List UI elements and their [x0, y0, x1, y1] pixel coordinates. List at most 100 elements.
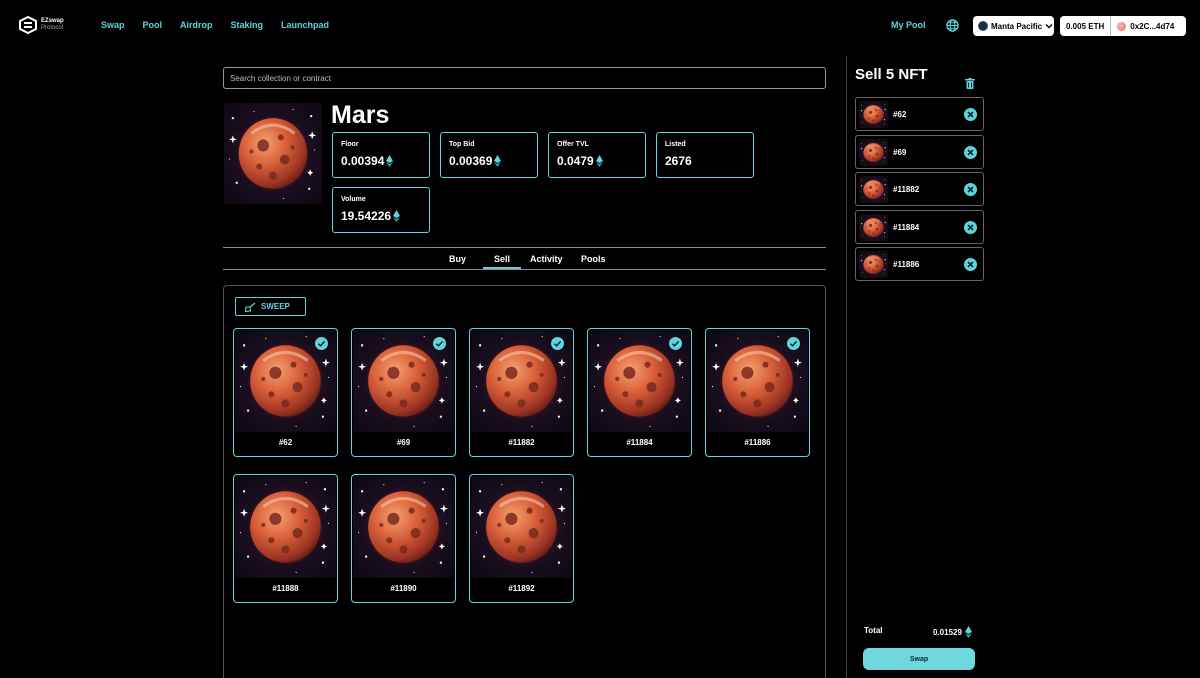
tabs-divider-bottom: [223, 269, 826, 270]
panel-divider: [846, 56, 847, 678]
sell-list-item: #11882: [855, 172, 984, 206]
search-input[interactable]: [223, 67, 826, 89]
stat-listed: Listed 2676: [656, 132, 754, 178]
sell-item-id: #11884: [893, 222, 920, 232]
chevron-down-icon: [1045, 24, 1053, 29]
sell-item-id: #11882: [893, 185, 920, 194]
check-circle-icon: [551, 337, 564, 350]
globe-icon[interactable]: [946, 19, 959, 32]
remove-icon[interactable]: [964, 145, 977, 159]
stat-value-group: 2676: [665, 154, 753, 168]
broom-icon: [245, 301, 256, 312]
stat-label: Volume: [341, 196, 366, 203]
nft-image: [471, 476, 572, 578]
nav-my-pool[interactable]: My Pool: [891, 20, 926, 30]
nft-card[interactable]: #11892: [469, 474, 574, 603]
nft-thumbnail: [859, 213, 888, 241]
check-circle-icon: [787, 337, 800, 350]
check-circle-icon: [433, 337, 446, 350]
check-circle-icon: [669, 337, 682, 350]
wallet-address: 0x2C...4d74: [1130, 21, 1175, 31]
nav-pool[interactable]: Pool: [143, 20, 163, 30]
stat-top-bid: Top Bid 0.00369: [440, 132, 538, 178]
eth-icon: [595, 155, 603, 167]
remove-icon[interactable]: [964, 108, 977, 121]
sell-list-item: #62: [855, 97, 984, 131]
nft-card[interactable]: #11888: [233, 474, 338, 603]
eth-icon: [386, 155, 394, 167]
stat-value-group: 0.00369: [449, 154, 537, 168]
chain-selector[interactable]: Manta Pacific: [973, 16, 1054, 36]
sweep-button[interactable]: SWEEP: [235, 297, 306, 316]
remove-icon[interactable]: [964, 220, 977, 234]
stat-value: 19.54226: [341, 209, 392, 223]
swap-button[interactable]: Swap: [863, 648, 975, 670]
stat-value: 0.00369: [449, 154, 493, 168]
nft-image: [235, 476, 336, 578]
stat-value-group: 0.0479: [557, 154, 645, 168]
nft-id: #69: [396, 438, 411, 447]
nft-id: #11886: [744, 438, 771, 447]
remove-icon[interactable]: [964, 183, 977, 196]
nav-launchpad[interactable]: Launchpad: [281, 20, 329, 30]
nft-id: #62: [278, 438, 293, 447]
nft-id: #11888: [272, 584, 299, 593]
eth-icon: [494, 155, 502, 167]
nft-thumbnail: [859, 101, 888, 128]
chain-name: Manta Pacific: [991, 21, 1043, 31]
stat-label: Offer TVL: [557, 141, 589, 148]
wallet-button[interactable]: 0.005 ETH 0x2C...4d74: [1060, 16, 1186, 36]
nav-swap[interactable]: Swap: [101, 20, 125, 30]
sell-item-id: #69: [893, 147, 907, 157]
sell-list-item: #69: [855, 134, 984, 169]
nft-card[interactable]: #11884: [587, 328, 692, 457]
stat-value: 2676: [665, 154, 692, 168]
sweep-label: SWEEP: [261, 302, 290, 311]
nft-id: #11892: [508, 584, 535, 593]
total-label: Total: [864, 626, 883, 635]
nft-card[interactable]: #11886: [705, 328, 810, 457]
logo-name: EZswap: [41, 18, 64, 24]
stat-floor: Floor 0.00394: [332, 132, 430, 178]
stat-value-group: 0.00394: [341, 154, 429, 168]
check-circle-icon: [315, 337, 328, 350]
wallet-balance: 0.005 ETH: [1060, 16, 1112, 36]
nft-card[interactable]: #69: [351, 328, 456, 457]
remove-icon[interactable]: [964, 258, 977, 271]
nft-thumbnail: [859, 176, 888, 203]
nav-staking[interactable]: Staking: [231, 20, 264, 30]
tab-sell[interactable]: Sell: [494, 254, 510, 264]
collection-image: [224, 103, 322, 204]
top-nav: EZswap Protocol Swap Pool Airdrop Stakin…: [0, 0, 1200, 52]
sell-item-id: #11886: [893, 260, 920, 269]
avatar: [1117, 21, 1127, 31]
chain-logo-icon: [978, 21, 988, 31]
stat-value-group: 19.54226: [341, 209, 429, 223]
nft-id: #11884: [626, 438, 653, 447]
logo-sub: Protocol: [41, 25, 64, 31]
stat-offer-tvl: Offer TVL 0.0479: [548, 132, 646, 178]
logo-text: EZswap Protocol: [41, 18, 64, 32]
nft-card[interactable]: #11882: [469, 328, 574, 457]
nft-card[interactable]: #62: [233, 328, 338, 457]
nft-id: #11890: [390, 584, 417, 593]
stat-value: 0.00394: [341, 154, 385, 168]
logo[interactable]: EZswap Protocol: [18, 15, 64, 35]
tab-activity[interactable]: Activity: [530, 254, 563, 264]
tabs-divider-top: [223, 247, 826, 248]
stat-volume: Volume 19.54226: [332, 187, 430, 233]
stat-label: Top Bid: [449, 141, 475, 148]
tab-buy[interactable]: Buy: [449, 254, 466, 264]
tab-pools[interactable]: Pools: [581, 254, 606, 264]
nft-image: [353, 476, 454, 578]
trash-icon[interactable]: [965, 78, 975, 89]
nav-airdrop[interactable]: Airdrop: [180, 20, 213, 30]
nft-thumbnail: [859, 251, 888, 278]
total-value: 0.01529: [933, 627, 962, 637]
main-nav: Swap Pool Airdrop Staking Launchpad: [101, 20, 347, 30]
stat-label: Listed: [665, 141, 686, 148]
nft-card[interactable]: #11890: [351, 474, 456, 603]
total-value-group: 0.01529: [933, 626, 972, 638]
sell-list-item: #11886: [855, 247, 984, 281]
sell-panel-title: Sell 5 NFT: [855, 66, 928, 83]
